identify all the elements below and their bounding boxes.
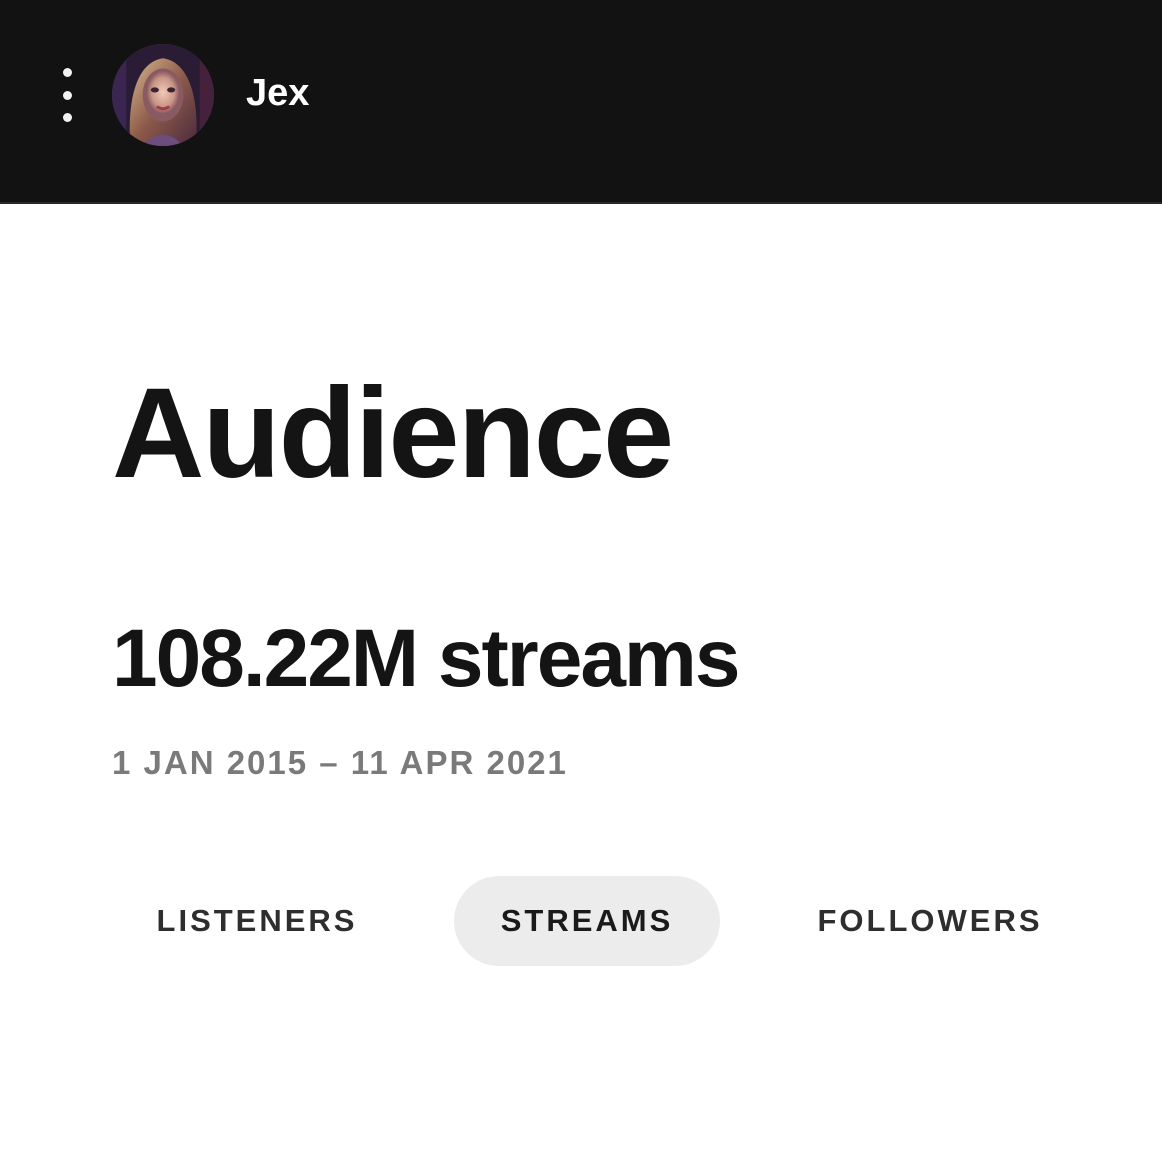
page-title: Audience bbox=[112, 362, 674, 505]
more-options-button[interactable] bbox=[50, 62, 84, 128]
avatar[interactable] bbox=[112, 44, 214, 146]
artist-portrait-icon bbox=[112, 44, 214, 146]
tab-followers[interactable]: FOLLOWERS bbox=[780, 876, 1080, 966]
vertical-dots-icon bbox=[62, 113, 72, 122]
tab-streams[interactable]: STREAMS bbox=[454, 876, 720, 966]
vertical-dots-icon bbox=[62, 68, 72, 77]
tab-listeners[interactable]: LISTENERS bbox=[112, 876, 402, 966]
stream-total: 108.22M streams bbox=[112, 613, 740, 704]
artist-name[interactable]: Jex bbox=[246, 72, 309, 115]
vertical-dots-icon bbox=[62, 90, 72, 100]
metric-tabs: LISTENERS STREAMS FOLLOWERS bbox=[112, 876, 1072, 966]
date-range[interactable]: 1 JAN 2015 – 11 APR 2021 bbox=[112, 744, 568, 782]
top-bar: Jex bbox=[0, 0, 1162, 204]
